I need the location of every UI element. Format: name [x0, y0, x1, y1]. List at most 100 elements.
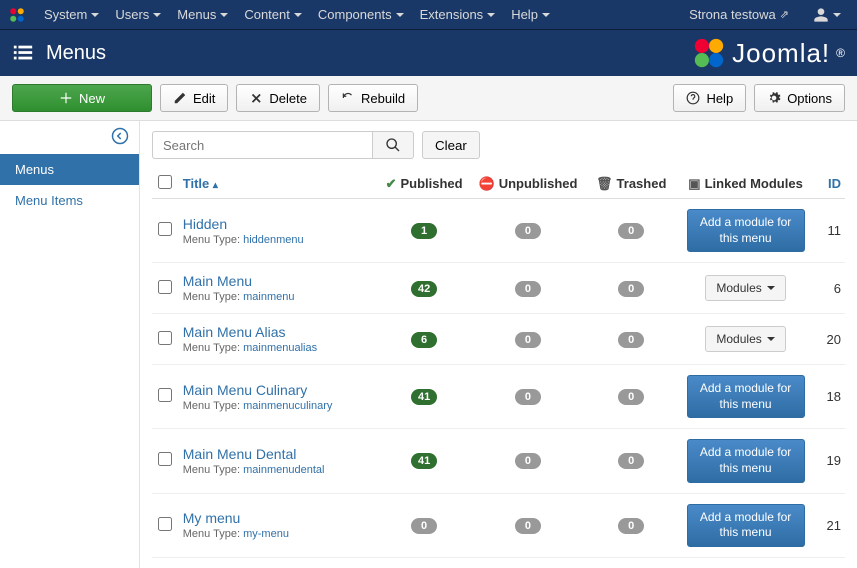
published-badge[interactable]: 41 — [411, 389, 437, 405]
row-checkbox[interactable] — [158, 388, 172, 402]
unpublished-badge[interactable]: 0 — [515, 332, 541, 348]
menu-title-link[interactable]: Main Menu Alias — [183, 324, 286, 340]
menu-title-link[interactable]: Main Menu Culinary — [183, 382, 308, 398]
modules-dropdown[interactable]: Modules — [705, 326, 785, 352]
menu-type-link[interactable]: my-menu — [243, 528, 289, 540]
top-menu-menus[interactable]: Menus — [169, 0, 236, 30]
row-id: 20 — [810, 314, 845, 365]
list-icon — [12, 42, 34, 64]
menu-type-link[interactable]: mainmenualias — [243, 342, 317, 354]
unpublished-badge[interactable]: 0 — [515, 223, 541, 239]
help-button[interactable]: Help — [673, 84, 746, 112]
search-bar: Clear — [152, 131, 845, 159]
edit-label: Edit — [193, 91, 215, 106]
published-badge[interactable]: 0 — [411, 518, 437, 534]
top-menu-users[interactable]: Users — [107, 0, 169, 30]
col-linked-modules: ▣ Linked Modules — [681, 169, 810, 199]
clear-button[interactable]: Clear — [422, 131, 480, 159]
joomla-brand-text: Joomla! — [732, 38, 830, 69]
row-checkbox[interactable] — [158, 517, 172, 531]
add-module-button[interactable]: Add a module for this menu — [687, 375, 805, 418]
caret-down-icon — [396, 13, 404, 17]
plus-icon — [59, 91, 73, 105]
toolbar-right: Help Options — [673, 84, 845, 112]
menu-title-link[interactable]: Main Menu — [183, 273, 252, 289]
unpublished-badge[interactable]: 0 — [515, 453, 541, 469]
add-module-button[interactable]: Add a module for this menu — [687, 209, 805, 252]
joomla-brand: Joomla!® — [692, 36, 845, 70]
menu-type-link[interactable]: hiddenmenu — [243, 234, 304, 246]
rebuild-button[interactable]: Rebuild — [328, 84, 418, 112]
menu-type-link[interactable]: mainmenuculinary — [243, 400, 332, 412]
row-id: 19 — [810, 429, 845, 493]
external-link-icon: ⇗ — [780, 8, 789, 21]
col-id[interactable]: ID — [810, 169, 845, 199]
delete-button[interactable]: Delete — [236, 84, 320, 112]
table-row: Main Menu Alias Menu Type: mainmenualias 6… — [152, 314, 845, 365]
search-button[interactable] — [372, 131, 414, 159]
top-menu-system[interactable]: System — [36, 0, 107, 30]
add-module-button[interactable]: Add a module for this menu — [687, 504, 805, 547]
caret-down-icon — [220, 13, 228, 17]
options-button[interactable]: Options — [754, 84, 845, 112]
table-row: Main MenuMenu Type: mainmenu4200Modules … — [152, 263, 845, 314]
unpublished-badge[interactable]: 0 — [515, 518, 541, 534]
trashed-badge[interactable]: 0 — [618, 389, 644, 405]
top-menu-help[interactable]: Help — [503, 0, 558, 30]
col-title[interactable]: Title ▴ — [179, 169, 374, 199]
row-checkbox[interactable] — [158, 452, 172, 466]
col-trashed: 🗑 Trashed — [581, 169, 681, 199]
menu-type-link[interactable]: mainmenu — [243, 291, 294, 303]
sidebar-item-menus[interactable]: Menus — [0, 154, 139, 185]
top-menu-left: SystemUsersMenusContentComponentsExtensi… — [8, 0, 558, 30]
joomla-brand-icon — [692, 36, 726, 70]
published-badge[interactable]: 6 — [411, 332, 437, 348]
top-menu-extensions[interactable]: Extensions — [412, 0, 504, 30]
new-button[interactable]: New — [12, 84, 152, 112]
menu-type-text: Menu Type: mainmenualias — [183, 342, 370, 354]
top-menu-right: Strona testowa ⇗ — [681, 0, 849, 30]
unpublished-badge[interactable]: 0 — [515, 389, 541, 405]
caret-down-icon — [91, 13, 99, 17]
site-link[interactable]: Strona testowa ⇗ — [681, 0, 797, 30]
user-menu[interactable] — [805, 0, 849, 30]
trashed-badge[interactable]: 0 — [618, 453, 644, 469]
row-checkbox[interactable] — [158, 222, 172, 236]
sidebar-collapse-button[interactable] — [0, 121, 139, 154]
trashed-badge[interactable]: 0 — [618, 332, 644, 348]
menu-type-link[interactable]: mainmenudental — [243, 464, 324, 476]
edit-button[interactable]: Edit — [160, 84, 228, 112]
select-all-checkbox[interactable] — [158, 175, 172, 189]
trashed-badge[interactable]: 0 — [618, 518, 644, 534]
menu-type-text: Menu Type: hiddenmenu — [183, 234, 370, 246]
trashed-badge[interactable]: 0 — [618, 223, 644, 239]
menu-title-link[interactable]: My menu — [183, 510, 241, 526]
sidebar: Menus Menu Items — [0, 121, 140, 568]
table-row: Main Menu DentalMenu Type: mainmenudenta… — [152, 429, 845, 493]
question-icon — [686, 91, 700, 105]
sidebar-item-menu-items[interactable]: Menu Items — [0, 185, 139, 216]
delete-label: Delete — [269, 91, 307, 106]
title-sort-link[interactable]: Title ▴ — [183, 176, 218, 191]
pencil-icon — [173, 91, 187, 105]
row-checkbox[interactable] — [158, 280, 172, 294]
menu-title-link[interactable]: Hidden — [183, 216, 227, 232]
row-checkbox[interactable] — [158, 331, 172, 345]
published-badge[interactable]: 41 — [411, 453, 437, 469]
new-label: New — [79, 91, 105, 106]
modules-dropdown[interactable]: Modules — [705, 275, 785, 301]
top-menu-components[interactable]: Components — [310, 0, 412, 30]
sidebar-menus-label: Menus — [15, 162, 54, 177]
table-row: Hidden Menu Type: hiddenmenu 1 0 0 Add a modu… — [152, 199, 845, 263]
published-badge[interactable]: 42 — [411, 281, 437, 297]
trashed-badge[interactable]: 0 — [618, 281, 644, 297]
add-module-button[interactable]: Add a module for this menu — [687, 439, 805, 482]
col-published: ✔ Published — [374, 169, 475, 199]
unpublished-badge[interactable]: 0 — [515, 281, 541, 297]
published-badge[interactable]: 1 — [411, 223, 437, 239]
menu-title-link[interactable]: Main Menu Dental — [183, 446, 297, 462]
search-input[interactable] — [152, 131, 372, 159]
search-icon — [385, 137, 401, 153]
gear-icon — [767, 91, 781, 105]
top-menu-content[interactable]: Content — [236, 0, 310, 30]
